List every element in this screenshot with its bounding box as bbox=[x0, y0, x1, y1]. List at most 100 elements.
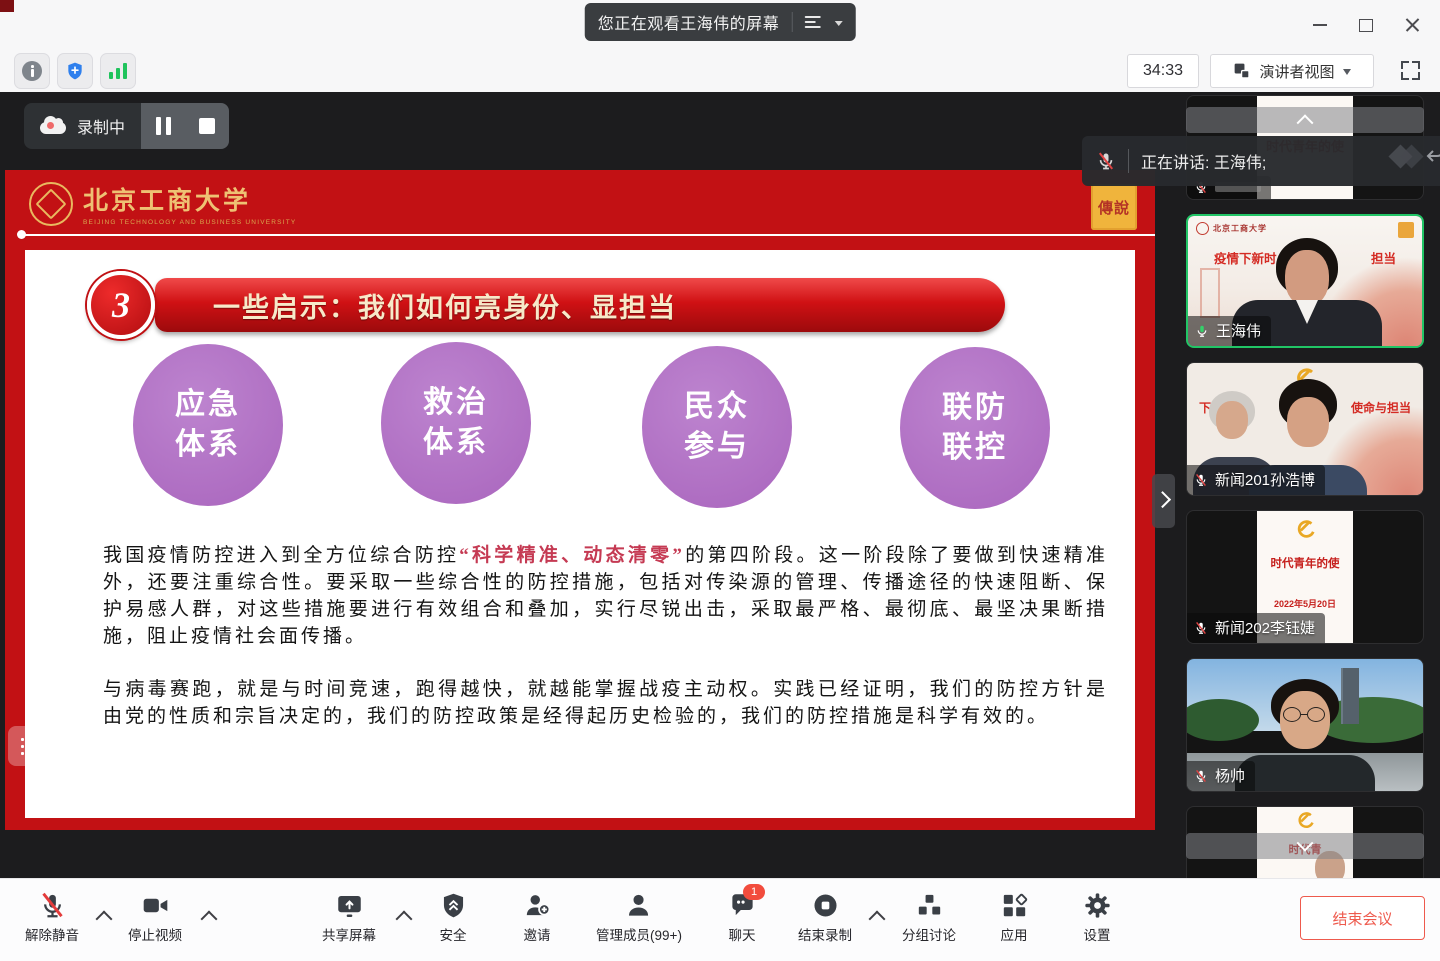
university-name-en: BEIJING TECHNOLOGY AND BUSINESS UNIVERSI… bbox=[83, 219, 296, 226]
end-meeting-button[interactable]: 结束会议 bbox=[1300, 896, 1425, 940]
participant-name-badge: 新闻202李钰婕 bbox=[1187, 613, 1325, 643]
stop-recording-button[interactable] bbox=[185, 103, 229, 149]
university-emblem-icon bbox=[29, 182, 73, 226]
highlight-phrase: “科学精准、动态清零” bbox=[459, 545, 685, 566]
mic-muted-icon bbox=[38, 891, 66, 919]
participant-tile-yangshuai[interactable]: 杨帅 bbox=[1186, 658, 1424, 792]
slide-paragraph-1: 我国疫情防控进入到全方位综合防控“科学精准、动态清零”的第四阶段。这一阶段除了要… bbox=[103, 542, 1108, 650]
chevron-down-icon bbox=[1297, 835, 1314, 852]
sidebar-collapse-handle[interactable] bbox=[1152, 474, 1175, 528]
share-menu-caret-icon[interactable] bbox=[834, 21, 842, 30]
maximize-button[interactable] bbox=[1352, 12, 1380, 38]
participant-tile-wanghaiwei[interactable]: 北京工商大学 疫情下新时 担当 王海伟 bbox=[1186, 214, 1424, 348]
mic-muted-icon bbox=[1194, 473, 1208, 487]
chat-button[interactable]: 1 聊天 bbox=[728, 891, 756, 944]
mic-muted-icon bbox=[1194, 621, 1208, 635]
cloud-recording-icon bbox=[40, 122, 66, 134]
participant-name-badge: 王海伟 bbox=[1188, 316, 1271, 346]
concept-circle: 民众参与 bbox=[642, 346, 792, 508]
members-icon bbox=[625, 891, 653, 919]
breakout-blocks-icon bbox=[915, 891, 943, 919]
mic-options-chevron[interactable] bbox=[96, 911, 113, 928]
security-button[interactable]: 安全 bbox=[439, 891, 467, 944]
apps-icon bbox=[1000, 891, 1028, 919]
recording-label: 录制中 bbox=[77, 114, 125, 138]
meeting-timer: 34:33 bbox=[1127, 54, 1199, 88]
meeting-info-button[interactable] bbox=[14, 53, 50, 89]
chevron-down-icon bbox=[1343, 69, 1351, 79]
strip-slide-title: 时代青年的使 bbox=[1257, 555, 1353, 571]
view-mode-label: 演讲者视图 bbox=[1259, 61, 1334, 82]
minimize-button[interactable] bbox=[1306, 12, 1334, 38]
university-name-cn: 北京工商大学 bbox=[83, 181, 296, 217]
concept-circle: 应急体系 bbox=[133, 344, 283, 506]
security-shield-icon bbox=[439, 891, 467, 919]
apps-button[interactable]: 应用 bbox=[1000, 891, 1028, 944]
mic-on-icon bbox=[1195, 324, 1209, 338]
slide-paragraph-2: 与病毒赛跑，就是与时间竞速，跑得越快，就越能掌握战疫主动权。实践已经证明，我们的… bbox=[103, 676, 1108, 730]
shield-plus-icon bbox=[65, 61, 85, 81]
shared-screen-slide: 北京工商大学 BEIJING TECHNOLOGY AND BUSINESS U… bbox=[5, 170, 1155, 830]
breakout-rooms-button[interactable]: 分组讨论 bbox=[902, 891, 956, 944]
video-options-chevron[interactable] bbox=[201, 911, 218, 928]
scroll-up-button[interactable] bbox=[1186, 107, 1424, 133]
layout-icon bbox=[1233, 62, 1251, 80]
stop-video-button[interactable]: 停止视频 bbox=[128, 891, 182, 944]
unmute-button[interactable]: 解除静音 bbox=[25, 891, 79, 944]
security-shield-button[interactable] bbox=[57, 53, 93, 89]
annotation-list-button[interactable] bbox=[8, 726, 54, 766]
active-speaker-banner: 正在讲话: 王海伟; bbox=[1082, 136, 1440, 186]
network-quality-button[interactable] bbox=[100, 53, 136, 89]
fullscreen-icon bbox=[1401, 61, 1420, 80]
active-speaker-label: 正在讲话: 王海伟; bbox=[1141, 149, 1266, 173]
window-titlebar: 您正在观看王海伟的屏幕 bbox=[0, 0, 1440, 48]
end-recording-button[interactable]: 结束录制 bbox=[798, 891, 852, 944]
fullscreen-button[interactable] bbox=[1394, 54, 1427, 87]
recording-indicator: 录制中 bbox=[24, 103, 229, 149]
watching-screen-pill: 您正在观看王海伟的屏幕 bbox=[585, 3, 856, 41]
maximize-icon bbox=[1359, 19, 1373, 32]
gear-icon bbox=[1083, 891, 1111, 919]
party-emblem-icon bbox=[1294, 519, 1316, 541]
settings-button[interactable]: 设置 bbox=[1083, 891, 1111, 944]
participant-name-badge: 杨帅 bbox=[1187, 761, 1255, 791]
share-options-chevron[interactable] bbox=[396, 911, 413, 928]
minimize-icon bbox=[1313, 24, 1327, 26]
share-screen-icon bbox=[335, 891, 363, 919]
party-emblem-icon bbox=[1295, 811, 1315, 831]
mic-muted-icon bbox=[1194, 769, 1208, 783]
concept-circle: 救治体系 bbox=[381, 342, 531, 504]
participant-tile-liyujie[interactable]: 时代青年的使 2022年5月20日 新闻202李钰婕 bbox=[1186, 510, 1424, 644]
participant-name: 新闻201孙浩博 bbox=[1215, 469, 1315, 490]
close-button[interactable] bbox=[1398, 12, 1426, 38]
recording-options-chevron[interactable] bbox=[869, 911, 886, 928]
participant-name: 新闻202李钰婕 bbox=[1215, 617, 1315, 638]
manage-members-button[interactable]: 管理成员(99+) bbox=[596, 891, 682, 944]
chat-icon: 1 bbox=[728, 891, 756, 919]
chevron-up-icon bbox=[1297, 114, 1314, 131]
corner-fragment bbox=[0, 0, 14, 12]
slide-title: 一些启示：我们如何亮身份、显担当 bbox=[213, 286, 677, 325]
pause-recording-button[interactable] bbox=[141, 103, 185, 149]
invite-button[interactable]: 邀请 bbox=[523, 891, 551, 944]
meeting-toolbar: 解除静音 停止视频 共享屏幕 安全 bbox=[0, 878, 1440, 961]
header-divider bbox=[19, 234, 1155, 236]
banner-divider bbox=[1128, 149, 1129, 173]
slide-seal: 傳說 bbox=[1091, 184, 1137, 230]
concept-circle: 联防联控 bbox=[900, 347, 1050, 509]
scroll-down-button[interactable] bbox=[1186, 833, 1424, 859]
watching-screen-label: 您正在观看王海伟的屏幕 bbox=[598, 10, 780, 34]
pill-divider bbox=[791, 12, 792, 32]
section-number-badge: 3 bbox=[87, 271, 155, 339]
share-screen-button[interactable]: 共享屏幕 bbox=[322, 891, 376, 944]
slide-content: 一些启示：我们如何亮身份、显担当 3 应急体系 救治体系 民众参与 联防联控 我… bbox=[25, 250, 1135, 818]
participant-tile-sunhaobo[interactable]: 下新时 使命与担当 新闻201孙浩博 bbox=[1186, 362, 1424, 496]
strip-slide-date: 2022年5月20日 bbox=[1257, 597, 1353, 610]
share-menu-icon[interactable] bbox=[804, 15, 822, 29]
chevron-right-icon bbox=[1154, 491, 1171, 508]
view-mode-button[interactable]: 演讲者视图 bbox=[1210, 54, 1374, 88]
mic-muted-icon bbox=[1096, 151, 1116, 171]
camera-icon bbox=[141, 891, 169, 919]
record-stop-icon bbox=[811, 891, 839, 919]
undo-arrow-icon bbox=[1424, 144, 1440, 168]
